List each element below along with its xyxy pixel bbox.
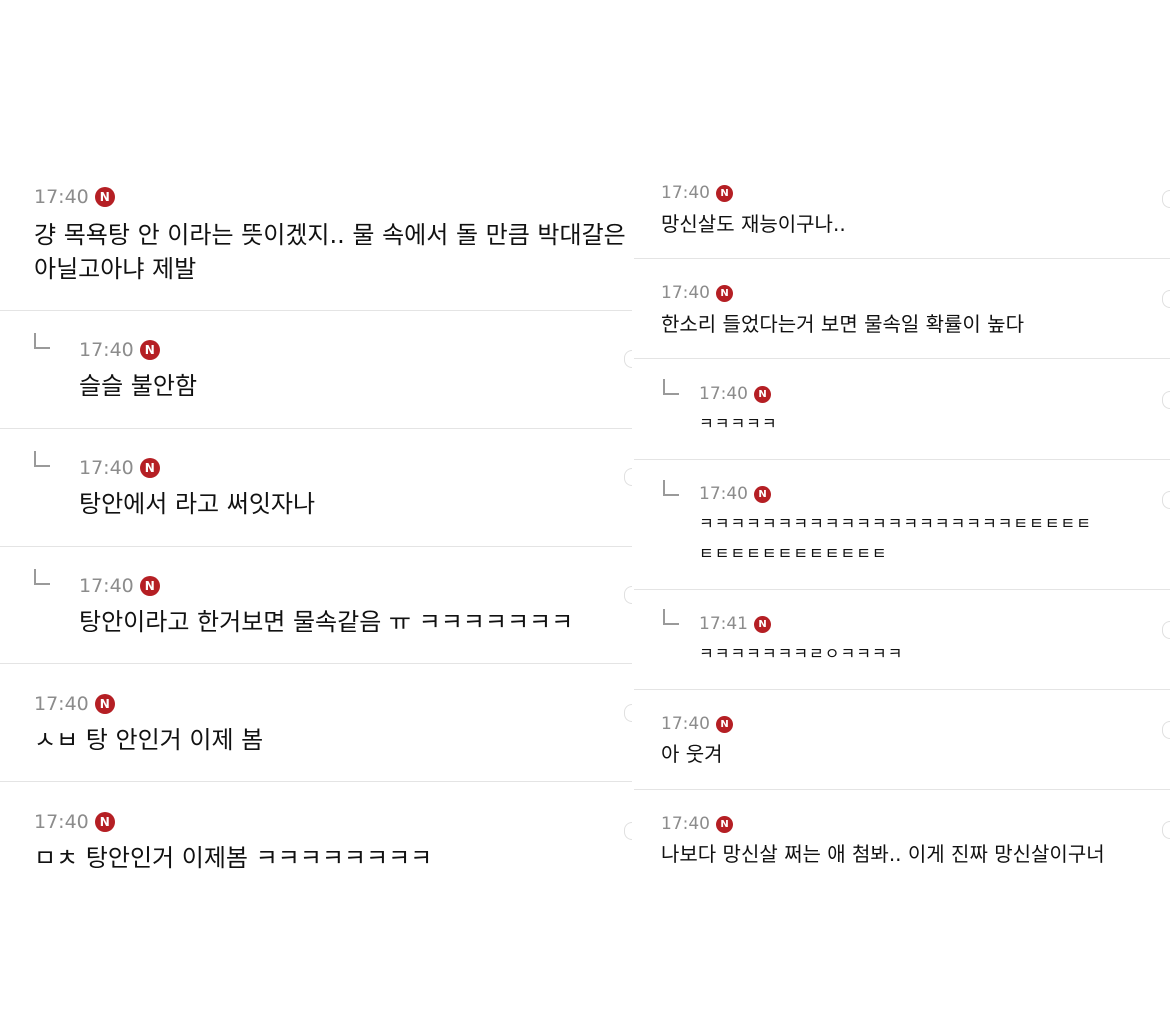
- comment-meta: 17:40 N: [699, 484, 771, 504]
- comment-text-line: 탕안이라고 한거보면 물속같음 ㅠ ㅋㅋㅋㅋㅋㅋㅋ: [79, 608, 574, 636]
- reply-arrow-icon: [34, 451, 50, 467]
- reply-arrow-icon: [663, 480, 679, 496]
- n-badge-icon: N: [716, 284, 733, 302]
- n-badge-icon: N: [139, 576, 160, 596]
- comment-meta: 17:40 N: [661, 183, 733, 203]
- n-badge-icon: N: [754, 385, 771, 403]
- comment-text-line: 아 웃겨: [661, 742, 723, 766]
- comment-divider: [634, 258, 1170, 259]
- comment-text-line: 아닐고아냐 제발: [34, 255, 197, 283]
- reply-arrow-icon: [663, 609, 679, 625]
- n-badge-icon: N: [754, 615, 771, 633]
- comment-text-line: ㅋㅋㅋㅋㅋ: [699, 414, 778, 433]
- comment-time: 17:40: [79, 575, 134, 597]
- comment-text-line: ㅅㅂ 탕 안인거 이제 봄: [34, 726, 264, 754]
- comment-text-line: 나보다 망신살 쩌는 애 첨봐.. 이게 진짜 망신살이구너: [661, 842, 1105, 866]
- comment-time: 17:40: [661, 183, 710, 203]
- comment-time: 17:40: [34, 186, 89, 208]
- comment-time: 17:40: [699, 384, 748, 404]
- comment-meta: 17:40 N: [661, 283, 733, 303]
- reply-arrow-icon: [34, 333, 50, 349]
- comment-time: 17:40: [661, 283, 710, 303]
- comment-text-line: 슬슬 불안함: [79, 372, 198, 400]
- more-options-icon[interactable]: [1162, 290, 1170, 308]
- comment-time: 17:40: [34, 811, 89, 833]
- comment-text-line: 걍 목욕탕 안 이라는 뜻이겠지.. 물 속에서 돌 만큼 박대갈은: [34, 221, 626, 249]
- comment-divider: [634, 589, 1170, 590]
- comment-meta: 17:40 N: [34, 186, 115, 208]
- comment-meta: 17:40 N: [699, 384, 771, 404]
- comment-text-line: ㅋㅋㅋㅋㅋㅋㅋㅋㅋㅋㅋㅋㅋㅋㅋㅋㅋㅋㅋㅋㅌㅌㅌㅌㅌ: [699, 514, 1093, 533]
- comment-divider: [634, 358, 1170, 359]
- comment-time: 17:40: [79, 339, 134, 361]
- comment-time: 17:40: [79, 457, 134, 479]
- comment-divider: [634, 689, 1170, 690]
- n-badge-icon: N: [716, 184, 733, 202]
- comment-time: 17:40: [661, 814, 710, 834]
- comment-divider: [634, 789, 1170, 790]
- more-options-icon[interactable]: [1162, 491, 1170, 509]
- comment-meta: 17:40 N: [34, 693, 115, 715]
- comment-meta: 17:40 N: [79, 339, 160, 361]
- comment-divider: [634, 459, 1170, 460]
- comment-divider: [0, 663, 632, 664]
- n-badge-icon: N: [139, 458, 160, 478]
- comment-panel-left: 17:40 N 걍 목욕탕 안 이라는 뜻이겠지.. 물 속에서 돌 만큼 박대…: [0, 0, 632, 1031]
- n-badge-icon: N: [94, 694, 115, 714]
- comment-meta: 17:40 N: [79, 457, 160, 479]
- more-options-icon[interactable]: [624, 704, 632, 722]
- more-options-icon[interactable]: [1162, 391, 1170, 409]
- comment-meta: 17:41 N: [699, 614, 771, 634]
- n-badge-icon: N: [94, 812, 115, 832]
- comment-text-line: ㅁㅊ 탕안인거 이제봄 ㅋㅋㅋㅋㅋㅋㅋㅋ: [34, 844, 433, 872]
- comment-meta: 17:40 N: [661, 714, 733, 734]
- comment-text-line: ㅋㅋㅋㅋㅋㅋㅋㄹㅇㅋㅋㅋㅋ: [699, 644, 904, 663]
- comment-text-line: ㅌㅌㅌㅌㅌㅌㅌㅌㅌㅌㅌㅌ: [699, 544, 888, 563]
- n-badge-icon: N: [716, 815, 733, 833]
- n-badge-icon: N: [139, 340, 160, 360]
- comment-divider: [0, 428, 632, 429]
- n-badge-icon: N: [754, 485, 771, 503]
- more-options-icon[interactable]: [1162, 721, 1170, 739]
- comment-meta: 17:40 N: [661, 814, 733, 834]
- comment-time: 17:40: [699, 484, 748, 504]
- more-options-icon[interactable]: [624, 350, 632, 368]
- more-options-icon[interactable]: [624, 822, 632, 840]
- more-options-icon[interactable]: [1162, 821, 1170, 839]
- comment-meta: 17:40 N: [34, 811, 115, 833]
- more-options-icon[interactable]: [624, 586, 632, 604]
- n-badge-icon: N: [94, 187, 115, 207]
- comment-time: 17:40: [661, 714, 710, 734]
- comment-text-line: 탕안에서 라고 써잇자나: [79, 490, 316, 518]
- comment-text-line: 한소리 들었다는거 보면 물속일 확률이 높다: [661, 312, 1024, 336]
- more-options-icon[interactable]: [1162, 190, 1170, 208]
- comment-time: 17:40: [34, 693, 89, 715]
- comment-divider: [0, 310, 632, 311]
- comment-time: 17:41: [699, 614, 748, 634]
- more-options-icon[interactable]: [624, 468, 632, 486]
- reply-arrow-icon: [663, 379, 679, 395]
- comment-divider: [0, 546, 632, 547]
- comment-meta: 17:40 N: [79, 575, 160, 597]
- comment-divider: [0, 781, 632, 782]
- comment-panel-right: 17:40 N 망신살도 재능이구나.. 17:40 N 한소리 들었다는거 보…: [634, 0, 1170, 1031]
- n-badge-icon: N: [716, 715, 733, 733]
- more-options-icon[interactable]: [1162, 621, 1170, 639]
- reply-arrow-icon: [34, 569, 50, 585]
- comment-text-line: 망신살도 재능이구나..: [661, 212, 846, 236]
